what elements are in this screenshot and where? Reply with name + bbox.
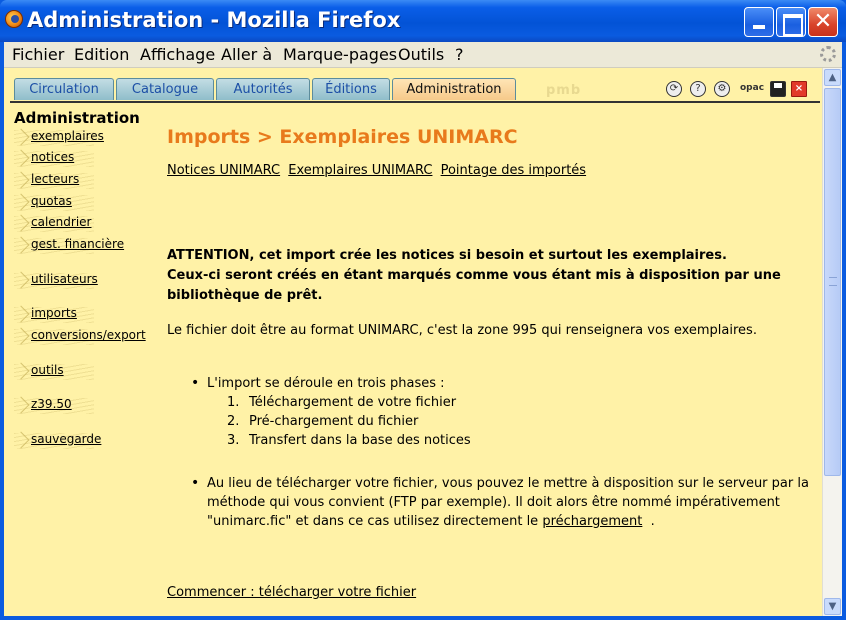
close-window-button[interactable]: ✕ <box>808 7 838 37</box>
tabs-divider <box>10 101 820 103</box>
sidebar-item-imports[interactable]: imports <box>12 305 164 323</box>
save-icon[interactable] <box>770 81 786 97</box>
menu-bar: Fichier Edition Affichage Aller à Marque… <box>4 42 842 68</box>
sidebar-title: Administration <box>14 109 140 127</box>
sidebar-item-outils[interactable]: outils <box>12 362 164 380</box>
scroll-thumb[interactable] <box>824 88 841 476</box>
menu-marque-pages[interactable]: Marque-pages <box>283 45 397 64</box>
phases-intro: L'import se déroule en trois phases : <box>207 376 445 391</box>
sidebar-link[interactable]: imports <box>31 306 77 320</box>
sidebar-item-gest-financiere[interactable]: gest. financière <box>12 236 164 254</box>
sidebar-link[interactable]: z39.50 <box>31 397 72 411</box>
title-bar: Administration - Mozilla Firefox ✕ <box>0 0 846 42</box>
prechargement-link[interactable]: préchargement <box>542 514 642 529</box>
list-item: 2. Pré-chargement du fichier <box>227 414 419 429</box>
import-sub-links: Notices UNIMARC Exemplaires UNIMARC Poin… <box>167 163 590 178</box>
phase-text: Téléchargement de votre fichier <box>249 395 457 410</box>
menu-aller-a[interactable]: Aller à <box>221 45 272 64</box>
main-panel: Imports > Exemplaires UNIMARC Notices UN… <box>167 106 809 606</box>
sidebar-link[interactable]: calendrier <box>31 215 91 229</box>
page-title: Imports > Exemplaires UNIMARC <box>167 126 518 148</box>
tab-circulation[interactable]: Circulation <box>14 78 114 100</box>
link-exemplaires-unimarc[interactable]: Exemplaires UNIMARC <box>288 163 432 178</box>
menu-fichier[interactable]: Fichier <box>12 45 64 64</box>
sidebar-item-calendrier[interactable]: calendrier <box>12 214 164 232</box>
menu-help[interactable]: ? <box>455 45 464 64</box>
format-info: Le fichier doit être au format UNIMARC, … <box>167 323 757 338</box>
sidebar-item-quotas[interactable]: quotas <box>12 193 164 211</box>
sidebar-link[interactable]: gest. financière <box>31 237 124 251</box>
warning-line-2: Ceux-ci seront créés en étant marqués co… <box>167 268 781 303</box>
sidebar-item-sauvegarde[interactable]: sauvegarde <box>12 431 164 449</box>
sidebar-link[interactable]: conversions/export <box>31 328 146 342</box>
firefox-icon <box>5 10 23 28</box>
sidebar-item-lecteurs[interactable]: lecteurs <box>12 171 164 189</box>
alt-method-text: Au lieu de télécharger votre fichier, vo… <box>207 476 809 529</box>
menu-affichage[interactable]: Affichage <box>140 45 215 64</box>
warning-line-1: ATTENTION, cet import crée les notices s… <box>167 248 727 263</box>
close-icon: ✕ <box>813 9 833 34</box>
list-item: Au lieu de télécharger votre fichier, vo… <box>191 474 811 531</box>
scroll-down-button[interactable]: ▼ <box>824 598 841 615</box>
pmb-logo: pmb <box>546 83 582 98</box>
sidebar-link[interactable]: outils <box>31 363 64 377</box>
sidebar-link[interactable]: utilisateurs <box>31 272 98 286</box>
scroll-up-button[interactable]: ▲ <box>824 69 841 86</box>
refresh-icon[interactable]: ⟳ <box>666 81 682 97</box>
list-item: 3. Transfert dans la base des notices <box>227 433 471 448</box>
phase-text: Transfert dans la base des notices <box>249 433 471 448</box>
vertical-scrollbar[interactable]: ▲ ▼ <box>822 68 842 616</box>
sidebar-link[interactable]: quotas <box>31 194 72 208</box>
sidebar-link[interactable]: sauvegarde <box>31 432 101 446</box>
sidebar-link[interactable]: notices <box>31 150 74 164</box>
sidebar-item-exemplaires[interactable]: exemplaires <box>12 128 164 146</box>
opac-icon[interactable]: opac <box>740 81 764 97</box>
link-notices-unimarc[interactable]: Notices UNIMARC <box>167 163 280 178</box>
minimize-button[interactable] <box>744 7 774 37</box>
settings-icon[interactable]: ⚙ <box>714 81 730 97</box>
instructions-list: L'import se déroule en trois phases : 1.… <box>191 374 811 531</box>
link-pointage-importes[interactable]: Pointage des importés <box>441 163 586 178</box>
phase-text: Pré-chargement du fichier <box>249 414 419 429</box>
window-title: Administration - Mozilla Firefox <box>27 8 401 32</box>
import-warning: ATTENTION, cet import crée les notices s… <box>167 246 797 306</box>
tab-administration[interactable]: Administration <box>392 78 516 100</box>
sidebar-link[interactable]: lecteurs <box>31 172 79 186</box>
sidebar-item-conversions-export[interactable]: conversions/export <box>12 327 164 345</box>
maximize-button[interactable] <box>776 7 806 37</box>
close-icon[interactable]: × <box>791 81 807 97</box>
sidebar-item-utilisateurs[interactable]: utilisateurs <box>12 271 164 289</box>
page-content: Circulation Catalogue Autorités Éditions… <box>4 68 822 616</box>
throbber-icon <box>820 46 836 62</box>
sidebar-link[interactable]: exemplaires <box>31 129 104 143</box>
start-upload-link[interactable]: Commencer : télécharger votre fichier <box>167 585 416 600</box>
browser-window: Administration - Mozilla Firefox ✕ Fichi… <box>0 0 846 620</box>
list-item: L'import se déroule en trois phases : 1.… <box>191 374 811 450</box>
list-item: 1. Téléchargement de votre fichier <box>227 395 457 410</box>
sidebar-item-notices[interactable]: notices <box>12 149 164 167</box>
tab-editions[interactable]: Éditions <box>312 78 390 100</box>
phases-list: 1. Téléchargement de votre fichier 2. Pré-… <box>227 393 811 450</box>
tab-autorites[interactable]: Autorités <box>216 78 310 100</box>
menu-outils[interactable]: Outils <box>398 45 444 64</box>
help-icon[interactable]: ? <box>690 81 706 97</box>
tab-catalogue[interactable]: Catalogue <box>116 78 214 100</box>
sidebar-item-z3950[interactable]: z39.50 <box>12 396 164 414</box>
menu-edition[interactable]: Edition <box>74 45 129 64</box>
sidebar: Administration exemplaires notices lecte… <box>4 106 164 586</box>
alt-method-end: . <box>650 514 655 529</box>
